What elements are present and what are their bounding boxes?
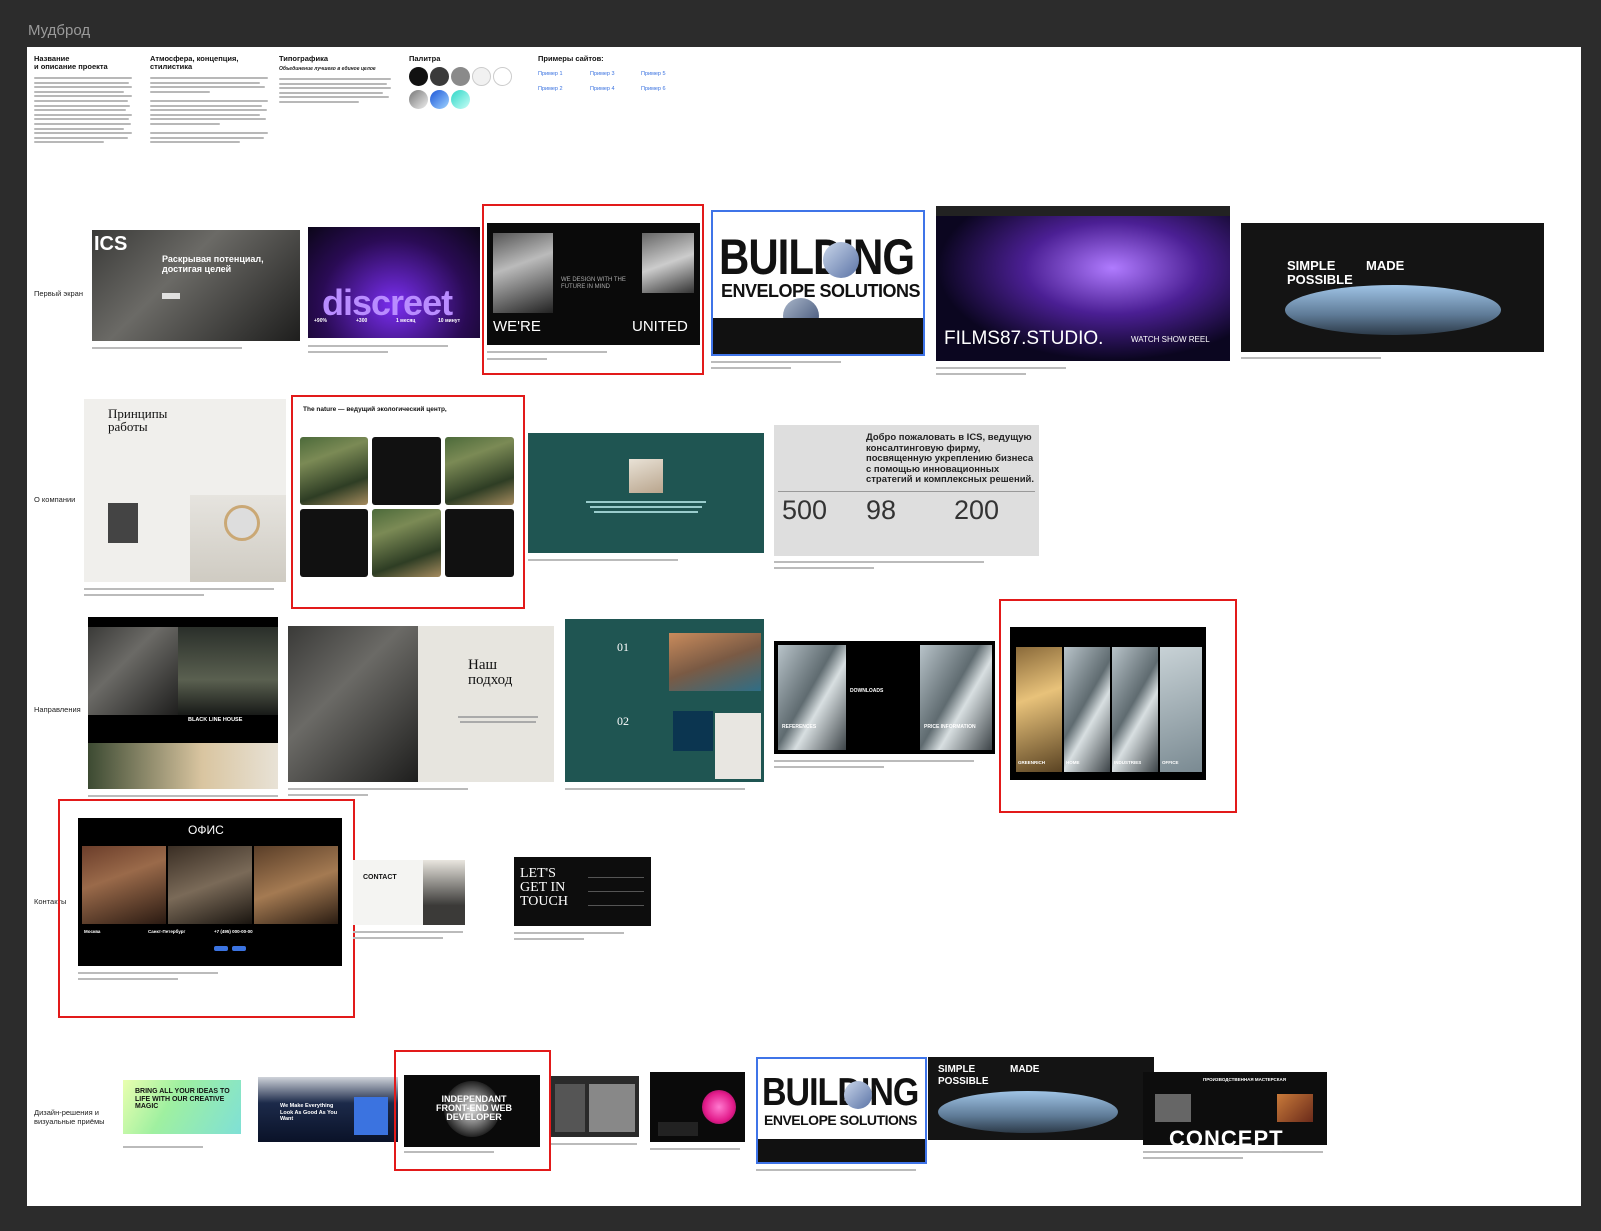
examples-title: Примеры сайтов: [538,54,604,63]
thumb-simple-2[interactable]: SIMPLE MADE POSSIBLE [928,1057,1154,1140]
thumb-downloads[interactable]: DOWNLOADS REFERENCES PRICE INFORMATION [774,641,995,754]
possible-word-2: POSSIBLE [938,1076,989,1087]
thumb-films87[interactable]: FILMS87.STUDIO. WATCH SHOW REEL [936,206,1230,361]
highlight-box [482,204,704,375]
stat-1: +90% [314,318,327,324]
stat-3: 1 месяц [396,318,416,324]
discreet-word: discreet [322,282,453,323]
site-examples: Примеры сайтов: Пример 1 Пример 3 Пример… [538,55,688,115]
thumb-approach[interactable]: Наш подход [288,626,554,782]
swatch-4 [472,67,491,86]
price-label[interactable]: PRICE INFORMATION [924,725,976,730]
creative-text: BRING ALL YOUR IDEAS TO LIFE WITH OUR CR… [135,1088,230,1110]
stat-200: 200 [954,495,1000,525]
gradient-swatch-blue [430,90,449,109]
lets-get-in-touch: LET'S GET IN TOUCH [520,866,568,909]
stat-4: 10 минут [438,318,461,324]
made-word-2: MADE [1010,1064,1040,1075]
mood-concept: Атмосфера, концепция, стилистика [150,55,270,146]
typography-subtitle: Объединение лучшего в единое целое [279,66,376,72]
gradient-swatch-gray [409,90,428,109]
possible-word: POSSIBLE [1287,272,1353,287]
thumb-teal-intro[interactable] [528,433,764,553]
approach-title: Наш подход [468,657,513,688]
films-title: FILMS87.STUDIO. [944,328,1104,349]
highlight-box [291,395,525,609]
palette-title: Палитра [409,54,441,63]
thumb-building-2[interactable]: BUILDING ENVELOPE SOLUTIONS [756,1057,927,1164]
ics-logo: ICS [94,233,128,255]
thumb-lets-get-in-touch[interactable]: LET'S GET IN TOUCH [514,857,651,926]
section-label-design: Дизайн-решения и визуальные приёмы [34,1108,105,1126]
simple-word-2: SIMPLE [938,1064,976,1075]
made-word: MADE [1366,258,1405,273]
thumb-gray-cards[interactable] [551,1076,639,1137]
swatch-1 [409,67,428,86]
project-title: Название и описание проекта [34,54,108,71]
stat-2: +300 [356,318,368,324]
envelope-solutions: ENVELOPE SOLUTIONS [721,281,921,301]
example-link-2[interactable]: Пример 2 [538,86,563,92]
master-title: ПРОИЗВОДСТВЕННАЯ МАСТЕРСКАЯ [1203,1077,1287,1082]
example-link-5[interactable]: Пример 5 [641,71,666,77]
black-line-house: BLACK LINE HOUSE [188,717,243,723]
thumb-concept[interactable]: ПРОИЗВОДСТВЕННАЯ МАСТЕРСКАЯ CONCEPT [1143,1072,1327,1145]
thumb-gradient-creative[interactable]: BRING ALL YOUR IDEAS TO LIFE WITH OUR CR… [123,1080,241,1134]
ics-welcome: Добро пожаловать в ICS, ведущую консалти… [866,432,1035,485]
swatch-5 [493,67,512,86]
section-label-directions: Направления [34,705,81,714]
simple-word: SIMPLE [1287,258,1336,273]
example-link-4[interactable]: Пример 4 [590,86,615,92]
example-link-1[interactable]: Пример 1 [538,71,563,77]
direction-02: 02 [617,714,629,728]
thumb-teal-directions[interactable]: 01 02 [565,619,764,782]
thumb-pink-accent[interactable] [650,1072,745,1142]
ics-hero-text: Раскрывая потенциал, достигая целей [162,254,264,274]
building-word: BUILDING [719,228,915,285]
typography-title: Типографика [279,54,328,63]
section-label-about: О компании [34,495,76,504]
mood-title: Атмосфера, концепция, стилистика [150,54,239,71]
thumb-ics-stats[interactable]: Добро пожаловать в ICS, ведущую консалти… [774,425,1039,556]
building-word-2: BUILDING [762,1070,919,1115]
swatch-3 [451,67,470,86]
references-label[interactable]: REFERENCES [782,725,816,730]
section-label-first-screen: Первый экран [34,289,83,298]
downloads-label[interactable]: DOWNLOADS [850,689,883,694]
frame-title: Мудброд [28,22,91,39]
concept-word: CONCEPT [1169,1126,1284,1146]
thumb-building[interactable]: BUILDING ENVELOPE SOLUTIONS [711,210,925,356]
moodboard-canvas[interactable]: Название и описание проекта Атмосфера, к… [27,47,1581,1206]
highlight-box [394,1050,551,1171]
thumb-we-make[interactable]: We Make Everything Look As Good As You W… [258,1077,398,1142]
typography: Типографика Объединение лучшего в единое… [279,55,394,106]
thumb-contact[interactable]: CONTACT [353,860,465,925]
example-link-6[interactable]: Пример 6 [641,86,666,92]
project-description: Название и описание проекта [34,55,134,146]
thumb-discreet[interactable]: discreet +90% +300 1 месяц 10 минут [308,227,480,338]
highlight-box [58,799,355,1018]
we-make-text: We Make Everything Look As Good As You W… [280,1103,338,1122]
gradient-swatch-cyan [451,90,470,109]
thumb-principles[interactable]: Принципы работы [84,399,286,582]
stat-500: 500 [782,495,828,525]
palette: Палитра [409,55,519,115]
thumb-ics-hero[interactable]: ICS Раскрывая потенциал, достигая целей [92,230,300,341]
envelope-solutions-2: ENVELOPE SOLUTIONS [764,1112,917,1128]
thumb-black-line-house[interactable]: BLACK LINE HOUSE [88,617,278,789]
example-link-3[interactable]: Пример 3 [590,71,615,77]
stat-98: 98 [866,495,897,525]
contact-title: CONTACT [363,874,397,881]
direction-01: 01 [617,640,629,654]
swatch-2 [430,67,449,86]
thumb-simple-made-possible[interactable]: SIMPLE MADE POSSIBLE [1241,223,1544,352]
watch-show-reel[interactable]: WATCH SHOW REEL [1131,336,1210,344]
highlight-box [999,599,1237,813]
principles-title: Принципы работы [108,406,168,434]
